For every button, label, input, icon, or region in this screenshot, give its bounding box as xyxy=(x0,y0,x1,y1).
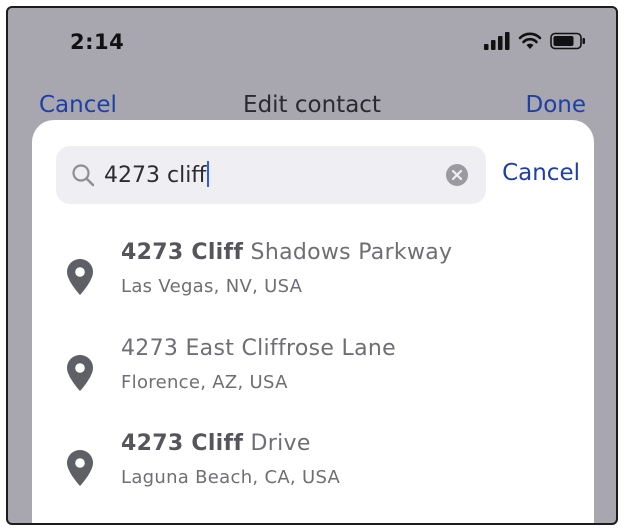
result-title-rest: Shadows Parkway xyxy=(243,240,453,265)
wifi-icon xyxy=(518,32,542,49)
search-input[interactable]: 4273 cliff xyxy=(104,161,210,188)
result-title-match: 4273 Cliff xyxy=(121,431,244,456)
search-cancel-button[interactable]: Cancel xyxy=(502,160,580,186)
text-caret xyxy=(207,161,210,187)
edit-contact-done-button[interactable]: Done xyxy=(525,92,586,118)
search-icon xyxy=(72,164,95,187)
result-title-rest: Drive xyxy=(243,431,311,456)
result-subtitle: Florence, AZ, USA xyxy=(121,372,288,393)
result-title: 4273 East Cliffrose Lane xyxy=(121,336,396,361)
result-title: 4273 Cliff Shadows Parkway xyxy=(121,240,452,265)
status-time: 2:14 xyxy=(70,30,125,54)
location-pin-icon xyxy=(67,259,93,295)
status-bar: 2:14 xyxy=(8,8,616,80)
address-search-field[interactable]: 4273 cliff xyxy=(56,146,486,204)
status-icons xyxy=(484,32,586,50)
list-item[interactable]: 4273 East Cliffrose Lane Florence, AZ, U… xyxy=(32,328,594,418)
list-item[interactable]: 4273 Cliff Shadows Parkway Las Vegas, NV… xyxy=(32,232,594,322)
battery-icon xyxy=(550,32,585,50)
result-subtitle: Laguna Beach, CA, USA xyxy=(121,467,341,488)
address-search-sheet: 4273 cliff Cancel 4273 Cliff Shadows Par… xyxy=(32,120,594,523)
phone-screen: 2:14 Cancel Edit contact Done 4273 cliff… xyxy=(6,6,618,525)
result-subtitle: Las Vegas, NV, USA xyxy=(121,276,303,297)
result-title-rest: 4273 East Cliffrose Lane xyxy=(121,336,396,361)
result-title-match: 4273 Cliff xyxy=(121,240,244,265)
search-input-value: 4273 cliff xyxy=(104,163,207,188)
location-pin-icon xyxy=(67,450,93,486)
cellular-signal-icon xyxy=(484,32,510,50)
clear-text-icon[interactable] xyxy=(446,164,468,186)
location-pin-icon xyxy=(67,355,93,391)
list-item[interactable]: 4273 Cliff Drive Laguna Beach, CA, USA xyxy=(32,423,594,513)
result-title: 4273 Cliff Drive xyxy=(121,431,311,456)
